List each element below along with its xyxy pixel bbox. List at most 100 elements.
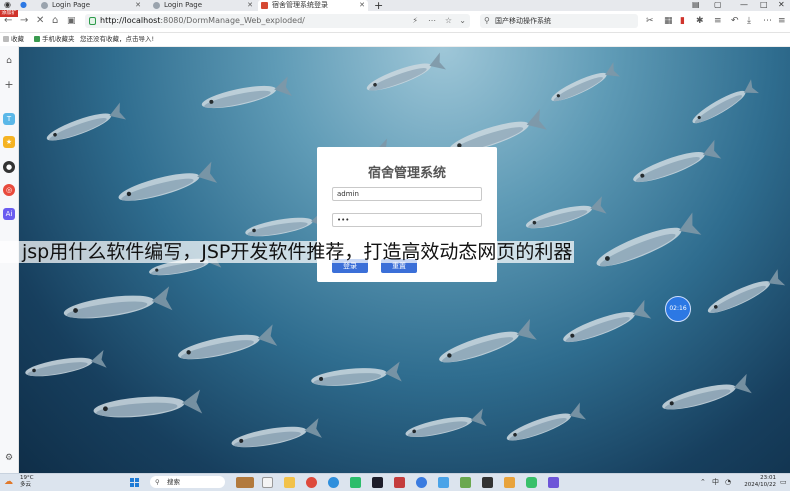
app-active-icon[interactable]	[526, 477, 537, 488]
network-icon[interactable]: ◔	[725, 477, 731, 487]
browser-menu-icon[interactable]: ◉	[4, 0, 11, 10]
maximize-icon[interactable]: —	[740, 0, 748, 10]
address-url: http://localhost:8080/DormManage_Web_exp…	[100, 16, 305, 25]
tab-strip: ◉ ● Login Page ✕ Login Page ✕ 宿舍管理系统登录 ✕…	[0, 0, 790, 12]
weather-icon: ☁	[4, 477, 13, 487]
ime-indicator[interactable]: 中	[712, 477, 719, 487]
taskbar-search[interactable]: ⚲ 搜索	[150, 476, 225, 488]
close-window-icon[interactable]: ✕	[778, 0, 785, 10]
password-input[interactable]	[332, 213, 482, 227]
username-input[interactable]	[332, 187, 482, 201]
app-menu-icon[interactable]: ≡	[778, 16, 786, 26]
close-tab-icon[interactable]: ✕	[247, 0, 253, 11]
fish-shape	[403, 408, 487, 443]
app-green-icon[interactable]	[460, 477, 471, 488]
bookmark-favorites[interactable]: 收藏	[3, 33, 24, 46]
star-icon[interactable]: ★	[3, 136, 15, 148]
notification-icon[interactable]: ▭	[780, 477, 787, 487]
widget-app-icon[interactable]	[236, 477, 254, 488]
tab-list-icon[interactable]: ▤	[692, 0, 700, 10]
restore-icon[interactable]: □	[760, 0, 768, 10]
fish-shape	[559, 299, 652, 350]
bookmarks-bar: 收藏 手机收藏夹 您还没有收藏，点击导入!	[0, 33, 790, 47]
fish-shape	[548, 62, 621, 108]
tab-favicon-icon	[261, 2, 268, 9]
undo-icon[interactable]: ↶	[731, 16, 739, 26]
folder-icon	[34, 36, 40, 42]
search-box[interactable]: ⚲ 国产移动操作系统	[480, 14, 638, 28]
fish-shape	[523, 196, 607, 235]
download-icon[interactable]: ⤓	[747, 16, 751, 26]
tab-login-page-1[interactable]: Login Page ✕	[38, 0, 144, 11]
game-icon[interactable]: ●	[3, 161, 15, 173]
weather-widget[interactable]: 19°C 多云	[20, 475, 34, 489]
fish-shape	[435, 318, 537, 371]
tab-login-page-2[interactable]: Login Page ✕	[150, 0, 256, 11]
fish-shape	[23, 350, 107, 382]
extension-red-icon[interactable]: ▮	[680, 16, 685, 26]
app-purple-icon[interactable]	[548, 477, 559, 488]
clock-widget[interactable]: 02:16	[665, 296, 691, 322]
fish-shape	[363, 52, 447, 98]
tab-favicon-icon	[41, 2, 48, 9]
fish-shape	[688, 79, 760, 130]
taskbar: ☁ 19°C 多云 ⚲ 搜索 ⌃ 中 ◔ 23:01 2024/10/22 ▭	[0, 473, 790, 491]
browser-blue-icon[interactable]	[416, 477, 427, 488]
profile-icon[interactable]: ●	[20, 0, 27, 10]
menu-icon[interactable]: ≡	[714, 16, 722, 26]
task-view-icon[interactable]	[262, 477, 273, 488]
more-icon[interactable]: ⋯	[428, 14, 436, 28]
tab-favicon-icon	[153, 2, 160, 9]
bookmark-import-hint[interactable]: 您还没有收藏，点击导入!	[80, 33, 154, 46]
close-tab-icon[interactable]: ✕	[359, 0, 365, 11]
ai-icon[interactable]: Ai	[3, 208, 15, 220]
dropdown-icon[interactable]: ⌄	[459, 14, 466, 28]
clock[interactable]: 23:01 2024/10/22	[740, 475, 776, 489]
fish-shape	[503, 402, 587, 448]
overlay-caption: jsp用什么软件编写，JSP开发软件推荐，打造高效动态网页的利器	[0, 233, 790, 271]
search-query: 国产移动操作系统	[495, 17, 551, 25]
start-icon[interactable]	[130, 478, 139, 487]
app-orange-icon[interactable]	[504, 477, 515, 488]
tab-dorm-login[interactable]: 宿舍管理系统登录 ✕	[258, 0, 368, 11]
home-icon[interactable]: ⌂	[52, 15, 58, 27]
plus-icon[interactable]: +	[3, 79, 15, 91]
fish-shape	[704, 269, 786, 320]
star-icon	[3, 36, 9, 42]
tray-up-icon[interactable]: ⌃	[700, 477, 706, 487]
chrome-icon[interactable]: ◎	[3, 184, 15, 196]
settings-icon[interactable]: ⚙	[3, 452, 15, 464]
forward-icon[interactable]: →	[20, 15, 28, 27]
stop-icon[interactable]: ✕	[36, 15, 44, 27]
fish-shape	[229, 418, 322, 454]
puzzle-icon[interactable]: ✱	[696, 16, 704, 26]
fish-shape	[199, 76, 292, 115]
tab-title: 宿舍管理系统登录	[272, 1, 328, 9]
tab-title: Login Page	[52, 1, 91, 9]
lightning-icon[interactable]: ⚡	[412, 14, 418, 28]
home-icon[interactable]: ⌂	[3, 55, 15, 67]
address-bar[interactable]: http://localhost:8080/DormManage_Web_exp…	[85, 14, 470, 28]
app-red-icon[interactable]	[394, 477, 405, 488]
minimize-icon[interactable]: ▢	[714, 0, 722, 10]
translate-icon[interactable]: T	[3, 113, 15, 125]
security-icon	[89, 17, 96, 25]
ide-icon[interactable]	[372, 477, 383, 488]
wechat-icon[interactable]	[350, 477, 361, 488]
bookmark-star-icon[interactable]: ☆	[445, 14, 452, 28]
app-blue-icon[interactable]	[438, 477, 449, 488]
scissors-icon[interactable]: ✂	[646, 16, 654, 26]
terminal-icon[interactable]	[482, 477, 493, 488]
browser-toolbar: ← → ✕ ⌂ ▣ http://localhost:8080/DormMana…	[0, 11, 790, 33]
grid-icon[interactable]: ▦	[664, 16, 673, 26]
file-explorer-icon[interactable]	[284, 477, 295, 488]
close-tab-icon[interactable]: ✕	[135, 0, 141, 11]
fish-shape	[310, 361, 402, 391]
edge-icon[interactable]	[328, 477, 339, 488]
search-icon: ⚲	[155, 478, 160, 486]
chrome-taskbar-icon[interactable]	[306, 477, 317, 488]
bookmark-mobile[interactable]: 手机收藏夹	[34, 33, 75, 46]
overflow-icon[interactable]: ⋯	[763, 16, 772, 26]
login-title: 宿舍管理系统	[367, 166, 446, 181]
new-badge: 添加扩	[0, 10, 18, 17]
